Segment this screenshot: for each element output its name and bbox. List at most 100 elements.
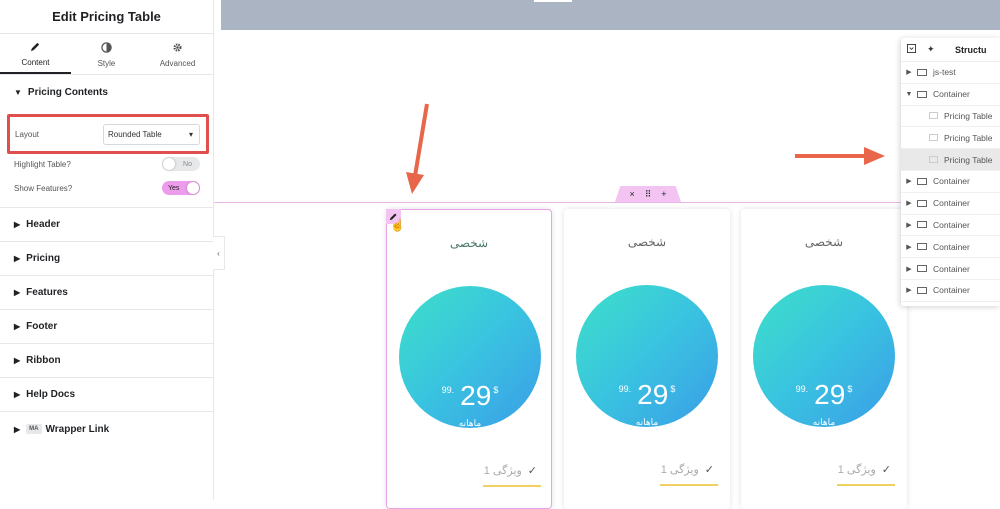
price-circle: 99. 29 $ ماهانه <box>753 285 895 427</box>
structure-item-pricing-table[interactable]: Pricing Table <box>901 106 1000 128</box>
tab-content[interactable]: Content <box>0 34 71 74</box>
structure-item-label: Pricing Table <box>944 154 993 165</box>
caret-right-icon: ▶ <box>14 322 21 331</box>
container-icon <box>917 90 927 98</box>
structure-item-pricing-table[interactable]: Pricing Table <box>901 127 1000 150</box>
arrow-right-annotation <box>795 147 885 165</box>
show-features-toggle[interactable]: Yes <box>162 181 200 195</box>
section-pricing[interactable]: ▶ Pricing <box>0 242 213 276</box>
section-help-docs-label: Help Docs <box>26 389 76 400</box>
layout-select[interactable]: Rounded Table ▾ <box>103 124 200 145</box>
price-cents: 99. <box>795 384 809 394</box>
pricing-card[interactable]: شخصی 99. 29 $ ماهانه ویژگی 1 ✓ <box>386 209 552 509</box>
highlight-table-label: Highlight Table? <box>14 159 71 169</box>
price: 99. 29 $ <box>399 380 541 412</box>
structure-item-container[interactable]: ▶ Container <box>901 171 1000 193</box>
add-icon[interactable]: + <box>661 189 666 199</box>
check-icon: ✓ <box>704 464 714 476</box>
pricing-card[interactable]: شخصی 99. 29 $ ماهانه ویژگی 1 ✓ <box>564 209 730 509</box>
caret-right-icon: ▶ <box>906 265 912 273</box>
feature-underline <box>483 485 541 487</box>
caret-right-icon: ▶ <box>906 221 912 229</box>
section-footer[interactable]: ▶ Footer <box>0 310 213 344</box>
structure-panel: ✦ Structu ▶ js-test ▼ Container Pricing … <box>901 38 1000 306</box>
close-icon[interactable]: × <box>629 189 634 199</box>
feature-item: ویژگی 1 ✓ <box>819 463 899 476</box>
pricing-contents-title: Pricing Contents <box>27 86 108 98</box>
caret-down-icon: ▼ <box>905 90 913 98</box>
container-icon <box>917 243 927 251</box>
editor-panel: Edit Pricing Table Content Style Advance… <box>0 0 214 500</box>
tab-advanced-label: Advanced <box>159 58 196 68</box>
panel-toggle-icon[interactable] <box>907 44 917 55</box>
structure-more[interactable]: ... <box>901 302 1000 306</box>
structure-item-pricing-table-active[interactable]: Pricing Table <box>901 149 1000 171</box>
container-icon <box>917 68 927 76</box>
structure-item-container[interactable]: ▶ Container <box>901 193 1000 215</box>
section-ribbon[interactable]: ▶ Ribbon <box>0 344 213 378</box>
feature-underline <box>660 484 718 486</box>
section-header[interactable]: ▶ Header <box>0 208 213 242</box>
caret-right-icon: ▶ <box>14 356 21 365</box>
canvas-top-section <box>221 0 1000 30</box>
half-circle-icon <box>101 41 112 55</box>
caret-right-icon: ▶ <box>14 254 21 263</box>
drag-handle-icon[interactable]: ⠿ <box>645 189 652 200</box>
structure-item-container[interactable]: ▶ Container <box>901 215 1000 237</box>
price-cents: 99. <box>441 385 455 395</box>
structure-item-container[interactable]: ▼ Container <box>901 84 1000 106</box>
panel-tabs: Content Style Advanced <box>0 34 213 75</box>
pricing-table-icon <box>929 156 938 164</box>
structure-item-label: Container <box>933 198 970 209</box>
container-handle: × ⠿ + <box>615 186 681 202</box>
price-period: ماهانه <box>812 417 836 427</box>
pricing-table-icon <box>929 112 938 120</box>
chevron-down-icon: ▾ <box>188 130 193 139</box>
structure-item-label: Container <box>933 263 970 274</box>
tab-advanced[interactable]: Advanced <box>142 34 213 74</box>
structure-item-container[interactable]: ▶ Container <box>901 280 1000 302</box>
price-amount: 29 <box>637 379 669 410</box>
structure-header: ✦ Structu <box>901 38 1000 62</box>
price-circle: 99. 29 $ ماهانه <box>576 285 718 427</box>
card-title: شخصی <box>449 236 489 250</box>
card-title: شخصی <box>804 235 844 249</box>
tab-style-label: Style <box>97 58 116 68</box>
show-features-label: Show Features? <box>14 183 73 193</box>
price: 99. 29 $ <box>753 379 895 411</box>
arrow-down-annotation <box>406 103 429 194</box>
panel-title: Edit Pricing Table <box>0 0 213 34</box>
caret-right-icon: ▶ <box>14 390 21 399</box>
structure-item-container[interactable]: ▶ Container <box>901 236 1000 259</box>
pricing-card[interactable]: شخصی 99. 29 $ ماهانه ویژگی 1 ✓ <box>741 209 907 509</box>
price-period: ماهانه <box>458 418 482 428</box>
container-icon <box>917 199 927 207</box>
tab-style[interactable]: Style <box>71 34 142 74</box>
caret-right-icon: ▶ <box>14 220 21 229</box>
highlight-table-toggle[interactable]: No <box>162 157 200 171</box>
pricing-contents-header[interactable]: ▼ Pricing Contents <box>0 75 213 109</box>
pricing-table-icon <box>929 134 938 142</box>
price-currency: $ <box>670 384 676 394</box>
highlight-table-row: Highlight Table? No <box>14 156 200 172</box>
highlight-table-state: No <box>183 160 192 168</box>
structure-title: Structu <box>955 44 987 55</box>
structure-item-container[interactable]: ▶ Container <box>901 258 1000 280</box>
feature-label: ویژگی 1 <box>483 465 522 477</box>
section-features-label: Features <box>26 287 68 298</box>
structure-item-js-test[interactable]: ▶ js-test <box>901 62 1000 84</box>
layout-label: Layout <box>15 129 40 139</box>
gear-icon <box>172 41 183 55</box>
sparkle-icon[interactable]: ✦ <box>927 44 937 55</box>
section-features[interactable]: ▶ Features <box>0 276 213 310</box>
feature-underline <box>837 484 895 486</box>
section-wrapper-link[interactable]: ▶ MA Wrapper Link <box>0 412 213 446</box>
section-wrapper-link-label: Wrapper Link <box>45 423 110 435</box>
caret-right-icon: ▶ <box>906 243 912 251</box>
section-help-docs[interactable]: ▶ Help Docs <box>0 378 213 412</box>
toggle-knob <box>163 158 175 170</box>
structure-item-label: Container <box>933 89 970 100</box>
price: 99. 29 $ <box>576 379 718 411</box>
canvas-top-notch <box>534 0 572 2</box>
pencil-icon <box>30 40 41 54</box>
